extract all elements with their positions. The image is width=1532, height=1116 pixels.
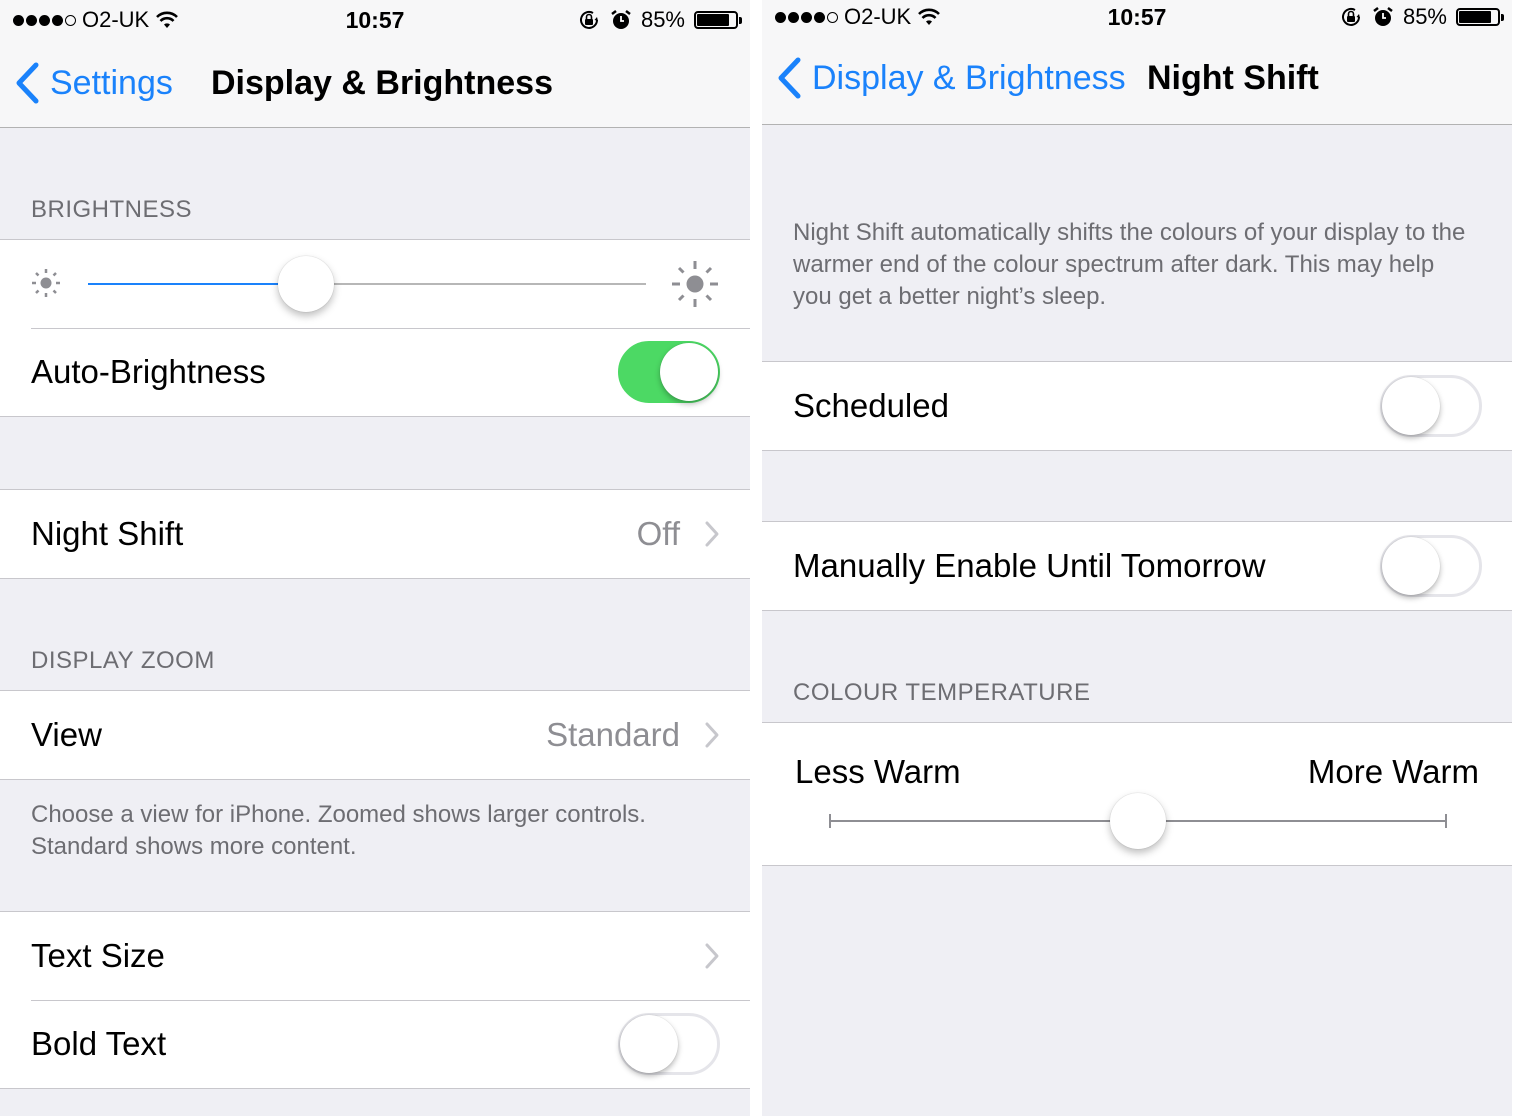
bold-text-row: Bold Text bbox=[0, 1000, 750, 1088]
brightness-slider-track bbox=[305, 283, 646, 285]
brightness-section-header: BRIGHTNESS bbox=[31, 196, 193, 223]
display-zoom-footer: Choose a view for iPhone. Zoomed shows l… bbox=[31, 801, 646, 860]
battery-level bbox=[1459, 11, 1492, 23]
back-button[interactable]: Display & Brightness bbox=[776, 57, 1126, 99]
alarm-icon bbox=[1373, 7, 1393, 26]
rotation-lock-icon bbox=[579, 10, 598, 29]
chevron-right-icon bbox=[705, 722, 719, 748]
battery-icon bbox=[694, 11, 742, 29]
battery-percent: 85% bbox=[1402, 4, 1447, 29]
alarm-icon bbox=[611, 10, 631, 29]
night-shift-screen: O2-UK 10:57 85% Display & Brightness Nig… bbox=[762, 0, 1512, 1116]
view-value: Standard bbox=[546, 716, 680, 753]
night-shift-value: Off bbox=[636, 515, 680, 552]
rotation-lock-icon bbox=[1341, 7, 1360, 26]
display-brightness-screen: O2-UK 10:57 85% Settings Display & Brigh… bbox=[0, 0, 750, 1116]
view-row[interactable]: View Standard bbox=[0, 691, 750, 779]
battery-percent: 85% bbox=[640, 7, 685, 32]
text-size-label: Text Size bbox=[31, 937, 165, 974]
display-zoom-group: View Standard bbox=[0, 690, 750, 780]
text-group: Text Size Bold Text bbox=[0, 911, 750, 1089]
night-shift-row[interactable]: Night Shift Off bbox=[0, 490, 750, 578]
night-shift-label: Night Shift bbox=[31, 515, 184, 552]
toggle-knob bbox=[620, 1015, 678, 1073]
toggle-knob bbox=[1382, 537, 1440, 595]
colour-temperature-section-header: COLOUR TEMPERATURE bbox=[793, 679, 1091, 706]
sun-large-icon bbox=[672, 261, 718, 307]
scheduled-group: Scheduled bbox=[762, 361, 1512, 451]
brightness-slider[interactable] bbox=[88, 240, 646, 328]
navigation-bar: Display & Brightness Night Shift bbox=[762, 40, 1512, 125]
view-label: View bbox=[31, 716, 102, 753]
status-bar: O2-UK 10:57 85% bbox=[762, 0, 1512, 40]
brightness-slider-row bbox=[0, 240, 750, 328]
night-shift-group: Night Shift Off bbox=[0, 489, 750, 579]
colour-temperature-group: Less Warm More Warm bbox=[762, 722, 1512, 866]
chevron-right-icon bbox=[705, 521, 719, 547]
text-size-row[interactable]: Text Size bbox=[0, 912, 750, 1000]
back-label: Display & Brightness bbox=[812, 58, 1126, 97]
brightness-group: Auto-Brightness bbox=[0, 239, 750, 417]
bold-text-label: Bold Text bbox=[31, 1025, 167, 1062]
page-title: Display & Brightness bbox=[211, 64, 553, 102]
colour-temperature-slider-thumb[interactable] bbox=[1110, 793, 1166, 849]
chevron-left-icon bbox=[16, 62, 39, 104]
brightness-slider-thumb[interactable] bbox=[277, 256, 334, 312]
scheduled-label: Scheduled bbox=[793, 387, 949, 424]
manual-enable-label: Manually Enable Until Tomorrow bbox=[793, 547, 1266, 584]
manual-enable-group: Manually Enable Until Tomorrow bbox=[762, 521, 1512, 611]
navigation-bar: Settings Display & Brightness bbox=[0, 42, 750, 128]
battery-icon bbox=[1456, 8, 1504, 26]
colour-temperature-slider[interactable] bbox=[829, 793, 1447, 849]
status-bar: O2-UK 10:57 85% bbox=[0, 0, 750, 42]
toggle-knob bbox=[1382, 377, 1440, 435]
toggle-knob bbox=[660, 343, 718, 401]
chevron-right-icon bbox=[705, 943, 719, 969]
back-label: Settings bbox=[50, 63, 173, 102]
bold-text-toggle[interactable] bbox=[618, 1013, 720, 1075]
brightness-slider-fill bbox=[88, 283, 306, 285]
scheduled-row: Scheduled bbox=[762, 362, 1512, 450]
back-button[interactable]: Settings bbox=[14, 62, 173, 104]
auto-brightness-toggle[interactable] bbox=[618, 341, 720, 403]
scheduled-toggle[interactable] bbox=[1380, 375, 1482, 437]
sun-small-icon bbox=[32, 269, 60, 297]
auto-brightness-label: Auto-Brightness bbox=[31, 353, 266, 390]
less-warm-label: Less Warm bbox=[795, 753, 961, 790]
auto-brightness-row: Auto-Brightness bbox=[0, 328, 750, 416]
more-warm-label: More Warm bbox=[1307, 753, 1479, 790]
battery-level bbox=[697, 14, 730, 26]
chevron-left-icon bbox=[778, 57, 801, 99]
manual-enable-row: Manually Enable Until Tomorrow bbox=[762, 522, 1512, 610]
manual-enable-toggle[interactable] bbox=[1380, 535, 1482, 597]
display-zoom-section-header: DISPLAY ZOOM bbox=[31, 647, 215, 674]
night-shift-description: Night Shift automatically shifts the col… bbox=[793, 219, 1466, 310]
page-title: Night Shift bbox=[1147, 59, 1319, 97]
